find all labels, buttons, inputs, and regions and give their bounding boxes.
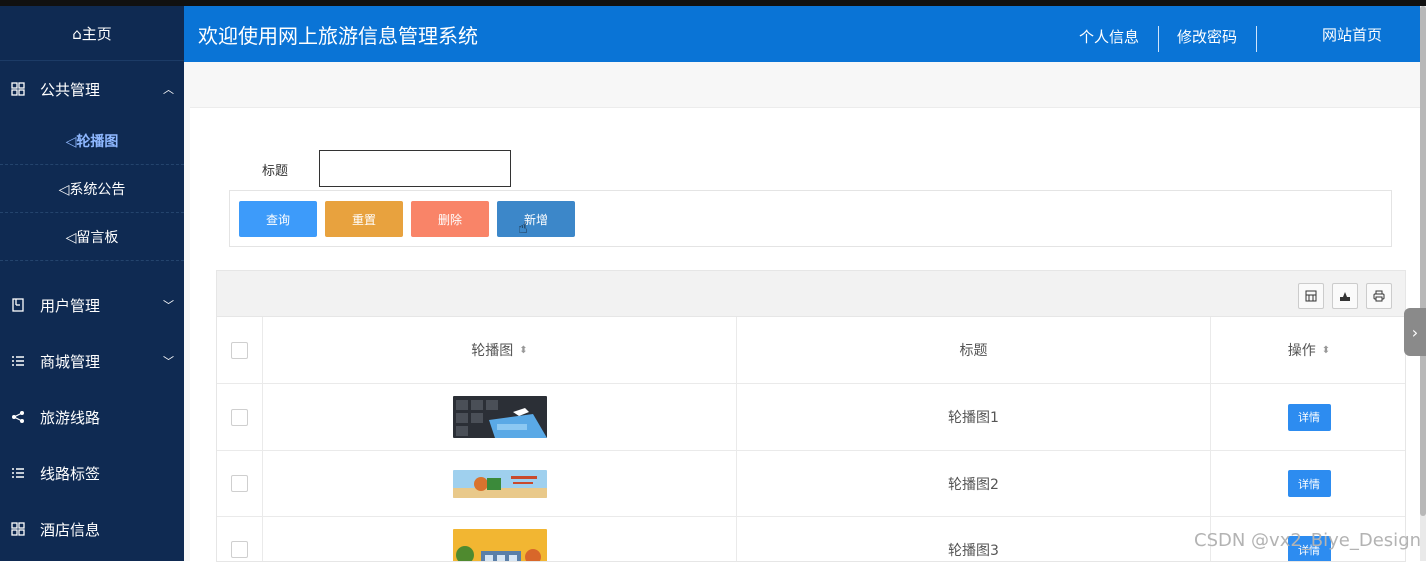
page-title: 欢迎使用网上旅游信息管理系统 bbox=[198, 20, 478, 49]
delete-button[interactable]: 删除 bbox=[411, 201, 489, 237]
sidebar-subitem-announcement[interactable]: ◁系统公告 bbox=[0, 165, 184, 213]
select-all-cell bbox=[217, 317, 263, 383]
chevron-up-icon: ︿ bbox=[163, 81, 174, 97]
chevron-down-icon: ﹀ bbox=[163, 353, 174, 369]
grid-icon bbox=[10, 521, 26, 537]
book-icon bbox=[10, 297, 26, 313]
travel-keyboard-image bbox=[453, 396, 547, 438]
nav-site-home-link[interactable]: 网站首页 bbox=[1322, 24, 1382, 45]
mouse-pointer-icon: ☝ bbox=[518, 218, 528, 237]
list-icon bbox=[10, 465, 26, 481]
row-checkbox[interactable] bbox=[231, 475, 248, 492]
column-header-actions[interactable]: 操作 ⬍ bbox=[1211, 317, 1406, 383]
reset-button[interactable]: 重置 bbox=[325, 201, 403, 237]
detail-button[interactable]: 详情 bbox=[1288, 404, 1331, 431]
column-header-label: 操作 bbox=[1288, 340, 1316, 360]
sidebar-item-user-management[interactable]: 用户管理 ﹀ bbox=[0, 277, 184, 333]
columns-icon[interactable] bbox=[1298, 283, 1324, 309]
carousel-table: 轮播图 ⬍ 标题 操作 ⬍ bbox=[216, 270, 1406, 562]
row-title: 轮播图3 bbox=[737, 517, 1211, 562]
table-row: 轮播图1 详情 bbox=[217, 384, 1405, 451]
row-title: 轮播图2 bbox=[737, 451, 1211, 516]
sidebar-item-travel-routes[interactable]: 旅游线路 bbox=[0, 389, 184, 445]
sidebar-item-label: 用户管理 bbox=[40, 295, 100, 316]
table-header-row: 轮播图 ⬍ 标题 操作 ⬍ bbox=[217, 317, 1405, 384]
sort-icon[interactable]: ⬍ bbox=[1322, 345, 1330, 356]
nav-change-password-link[interactable]: 修改密码 bbox=[1177, 26, 1237, 47]
sidebar-item-label: 公共管理 bbox=[40, 79, 100, 100]
sidebar-item-label: 商城管理 bbox=[40, 351, 100, 372]
action-button-bar: 查询 重置 删除 新增 bbox=[229, 190, 1392, 247]
grid-icon bbox=[10, 81, 26, 97]
chevron-down-icon: ﹀ bbox=[163, 297, 174, 313]
sidebar: ⌂主页 公共管理 ︿ ◁轮播图 ◁系统公告 ◁留言板 用户管理 ﹀ 商城管理 ﹀… bbox=[0, 6, 184, 561]
nav-profile-link[interactable]: 个人信息 bbox=[1079, 26, 1139, 47]
table-row: 轮播图2 详情 bbox=[217, 451, 1405, 517]
sidebar-item-hotel-info[interactable]: 酒店信息 bbox=[0, 501, 184, 557]
nav-divider bbox=[1158, 26, 1159, 52]
sidebar-subitem-message-board[interactable]: ◁留言板 bbox=[0, 213, 184, 261]
row-checkbox[interactable] bbox=[231, 541, 248, 558]
nav-divider bbox=[1256, 26, 1257, 52]
chevron-right-icon[interactable]: › bbox=[1404, 308, 1426, 356]
share-icon bbox=[10, 409, 26, 425]
print-icon[interactable] bbox=[1366, 283, 1392, 309]
main-area: 标题 查询 重置 删除 新增 bbox=[184, 62, 1420, 561]
table-toolbar bbox=[217, 271, 1405, 317]
search-title-input[interactable] bbox=[319, 150, 511, 187]
row-title: 轮播图1 bbox=[737, 384, 1211, 450]
detail-button[interactable]: 详情 bbox=[1288, 470, 1331, 497]
sidebar-item-label: 线路标签 bbox=[40, 463, 100, 484]
sidebar-home[interactable]: ⌂主页 bbox=[0, 6, 184, 61]
sidebar-item-label: 旅游线路 bbox=[40, 407, 100, 428]
sidebar-item-mall-management[interactable]: 商城管理 ﹀ bbox=[0, 333, 184, 389]
sidebar-subitem-carousel[interactable]: ◁轮播图 bbox=[0, 117, 184, 165]
add-button[interactable]: 新增 bbox=[497, 201, 575, 237]
search-title-label: 标题 bbox=[262, 160, 288, 179]
watermark-text: CSDN @vx2_Biye_Design bbox=[1194, 530, 1421, 551]
top-header: 欢迎使用网上旅游信息管理系统 个人信息 修改密码 网站首页 bbox=[184, 6, 1420, 62]
column-header-image[interactable]: 轮播图 ⬍ bbox=[263, 317, 737, 383]
travel-banner-image bbox=[453, 470, 547, 498]
query-button[interactable]: 查询 bbox=[239, 201, 317, 237]
autumn-scene-image bbox=[453, 529, 547, 562]
sidebar-item-route-tags[interactable]: 线路标签 bbox=[0, 445, 184, 501]
content-panel: 标题 查询 重置 删除 新增 bbox=[190, 107, 1420, 561]
column-header-title: 标题 bbox=[737, 317, 1211, 383]
sort-icon[interactable]: ⬍ bbox=[519, 345, 527, 356]
page-scrollbar-thumb[interactable] bbox=[1420, 6, 1426, 516]
export-icon[interactable] bbox=[1332, 283, 1358, 309]
row-checkbox[interactable] bbox=[231, 409, 248, 426]
list-icon bbox=[10, 353, 26, 369]
column-header-label: 标题 bbox=[960, 340, 988, 360]
sidebar-item-label: 酒店信息 bbox=[40, 519, 100, 540]
column-header-label: 轮播图 bbox=[471, 340, 513, 360]
select-all-checkbox[interactable] bbox=[231, 342, 248, 359]
sidebar-item-public-management[interactable]: 公共管理 ︿ bbox=[0, 61, 184, 117]
